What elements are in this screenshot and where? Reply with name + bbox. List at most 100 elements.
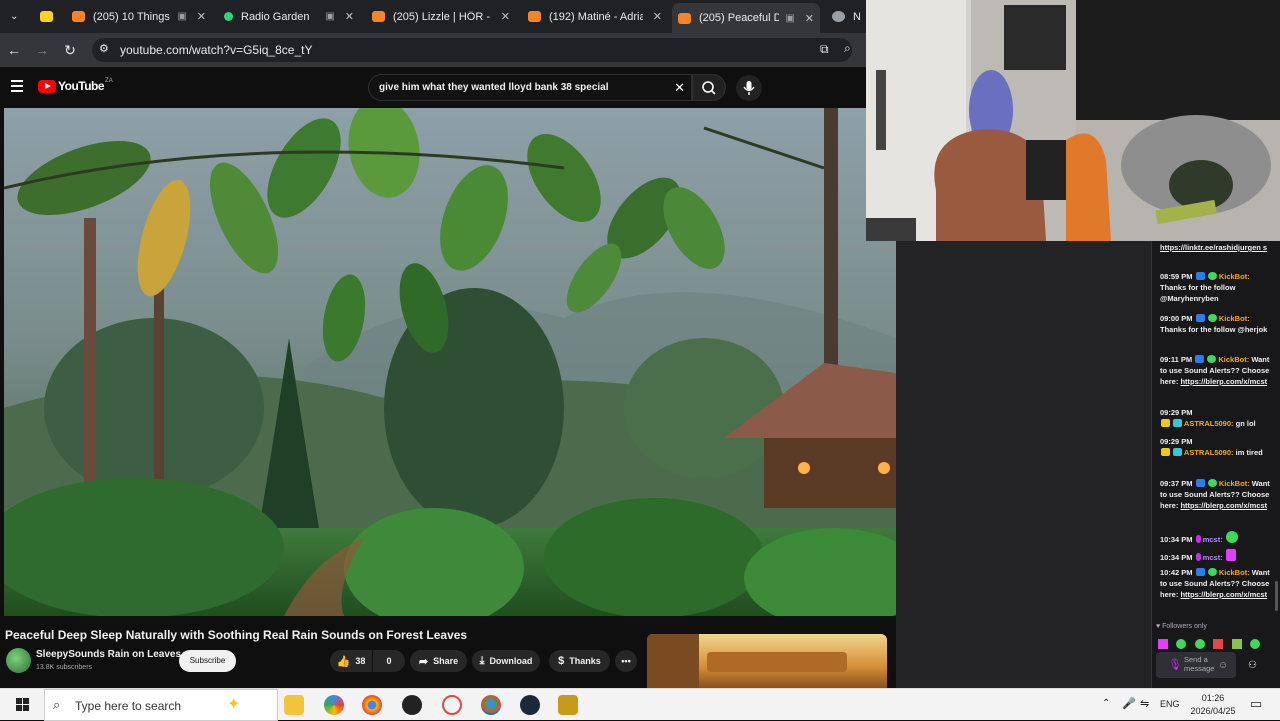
like-button[interactable]: 👍 38 <box>330 650 372 672</box>
forward-arrow-icon[interactable]: → <box>33 41 51 59</box>
close-icon[interactable]: ✕ <box>653 10 662 23</box>
microphone-icon[interactable]: 🎤 <box>1122 697 1136 710</box>
emote-icon <box>1225 531 1238 543</box>
photos-app-icon[interactable] <box>324 695 344 715</box>
chat-username[interactable]: KickBot: <box>1219 479 1250 488</box>
language-indicator[interactable]: ENG <box>1160 699 1180 709</box>
chevron-up-icon[interactable]: ⌃ <box>1102 698 1110 709</box>
bot-badge-icon <box>1195 568 1205 576</box>
file-explorer-icon[interactable] <box>284 695 304 715</box>
share-button[interactable]: ➦ Share <box>410 650 467 672</box>
media-icon: ▣ <box>785 12 795 24</box>
tab-menu-button[interactable]: ⌄ <box>4 4 26 29</box>
emote-icon[interactable] <box>1194 639 1205 649</box>
obs-icon[interactable] <box>402 695 422 715</box>
chat-username[interactable]: mcst: <box>1203 553 1223 562</box>
subscribe-button[interactable]: Subscribe <box>179 650 236 672</box>
close-icon[interactable]: ✕ <box>197 10 206 23</box>
clock-time: 01:26 <box>1201 693 1225 703</box>
notification-icon[interactable]: ▭ <box>1250 696 1262 712</box>
chrome-profile-icon[interactable] <box>481 695 501 715</box>
dislike-button[interactable]: 0 <box>373 650 405 672</box>
tab-radio-garden[interactable]: Radio Garden ▣ ✕ <box>218 4 360 29</box>
close-icon[interactable]: ✕ <box>805 12 814 25</box>
emote-icon[interactable] <box>1213 639 1224 649</box>
chrome-icon[interactable] <box>362 695 382 715</box>
zoom-icon[interactable]: ⌕ <box>844 41 851 56</box>
microphone-icon[interactable]: 🎙 <box>1168 658 1182 671</box>
emote-icon[interactable] <box>1250 639 1261 649</box>
download-button[interactable]: ⤓ Download <box>472 650 540 672</box>
chat-username[interactable]: KickBot: <box>1218 355 1249 364</box>
search-icon: ⌕ <box>53 697 61 712</box>
youtube-logo[interactable]: YouTube ZA <box>38 78 113 93</box>
chat-message: 09:00 PM KickBot: Thanks for the follow … <box>1160 313 1272 335</box>
tab-title: New <box>853 10 860 23</box>
chat-message: 09:37 PM KickBot: Want to use Sound Aler… <box>1160 478 1272 511</box>
chat-username[interactable]: KickBot: <box>1219 568 1250 577</box>
message-time: 09:37 PM <box>1160 479 1193 488</box>
game-app-icon[interactable] <box>558 695 578 715</box>
tab-new[interactable]: New <box>826 4 866 29</box>
channel-name[interactable]: SleepySounds Rain on Leaves <box>36 649 181 660</box>
back-arrow-icon[interactable]: ← <box>5 41 23 59</box>
video-player[interactable] <box>4 108 896 616</box>
download-label: Download <box>489 656 533 666</box>
clear-search-icon[interactable]: ✕ <box>674 80 685 96</box>
tab-pinned[interactable] <box>34 4 64 29</box>
chevron-down-icon: ⌄ <box>10 11 19 22</box>
tab-title: Radio Garden <box>241 10 310 23</box>
reload-icon[interactable]: ↻ <box>61 41 79 59</box>
recommended-video-thumbnail[interactable] <box>647 634 887 688</box>
windows-start-icon[interactable] <box>16 698 30 712</box>
webcam-overlay <box>866 0 1280 241</box>
chat-username[interactable]: ASTRAL5090: <box>1184 419 1234 428</box>
more-actions-button[interactable]: ••• <box>615 650 637 672</box>
chat-message: 09:29 PM ASTRAL5090: im tired <box>1160 436 1272 458</box>
network-icon[interactable]: ⇋ <box>1140 697 1149 710</box>
tab-matine[interactable]: (192) Matiné - Adrian ✕ <box>522 4 668 29</box>
chat-link[interactable]: https://blerp.com/x/mcst <box>1180 590 1267 599</box>
chat-input-placeholder: Send a message <box>1184 655 1215 673</box>
voice-search-button[interactable] <box>736 75 762 101</box>
search-button[interactable] <box>692 74 726 101</box>
chat-username[interactable]: ASTRAL5090: <box>1184 448 1234 457</box>
address-bar[interactable]: ⚙ youtube.com/watch?v=G5iq_8ce_tY ⧉ ⌕ <box>92 38 852 62</box>
channel-avatar[interactable] <box>6 648 31 673</box>
system-clock[interactable]: 01:26 2026/04/25 <box>1186 692 1240 718</box>
tab-title: (205) Lizzle | HÖR - Ap <box>393 10 491 23</box>
chat-link[interactable]: https://blerp.com/x/mcst <box>1180 501 1267 510</box>
chat-username[interactable]: KickBot: <box>1219 272 1250 281</box>
chat-link[interactable]: https://linktr.ee/rashidjurgen s <box>1160 243 1267 252</box>
sofa-shape <box>707 652 847 672</box>
emote-icon <box>1225 549 1236 561</box>
chat-username[interactable]: mcst: <box>1203 535 1223 544</box>
scroll-thumb[interactable] <box>1275 581 1278 611</box>
message-time: 08:59 PM <box>1160 272 1193 281</box>
site-info-icon[interactable]: ⚙ <box>99 42 109 55</box>
chat-link[interactable]: https://blerp.com/x/mcst <box>1180 377 1267 386</box>
taskbar-search-box[interactable]: ⌕ Type here to search ✦ <box>44 689 278 721</box>
emote-icon[interactable] <box>1231 639 1242 649</box>
emoji-icon[interactable]: ☺ <box>1218 660 1228 671</box>
open-in-app-icon[interactable]: ⧉ <box>820 42 829 57</box>
media-icon: ▣ <box>325 11 335 22</box>
steam-icon[interactable] <box>520 695 540 715</box>
emote-icon[interactable] <box>1158 639 1168 649</box>
emote-icon[interactable] <box>1176 639 1187 649</box>
chat-username[interactable]: KickBot: <box>1219 314 1250 323</box>
close-icon[interactable]: ✕ <box>345 10 354 23</box>
snipping-tool-icon[interactable] <box>442 695 462 715</box>
thanks-label: Thanks <box>569 656 601 666</box>
tab-10-things[interactable]: (205) 10 Things to ▣ ✕ <box>66 4 212 29</box>
hamburger-menu-icon[interactable] <box>11 80 23 92</box>
tab-favicon-icon <box>40 11 53 22</box>
more-icon: ••• <box>621 656 631 666</box>
search-input[interactable]: give him what they wanted lloyd bank 38 … <box>368 74 692 101</box>
close-icon[interactable]: ✕ <box>501 10 510 23</box>
verified-badge-icon <box>1207 355 1217 363</box>
tab-lizzle[interactable]: (205) Lizzle | HÖR - Ap ✕ <box>366 4 516 29</box>
tab-peaceful-deep-sleep[interactable]: (205) Peaceful Dee ▣ ✕ <box>672 3 820 33</box>
chat-settings-icon[interactable]: ⚇ <box>1248 660 1257 671</box>
thanks-button[interactable]: $ Thanks <box>549 650 610 672</box>
